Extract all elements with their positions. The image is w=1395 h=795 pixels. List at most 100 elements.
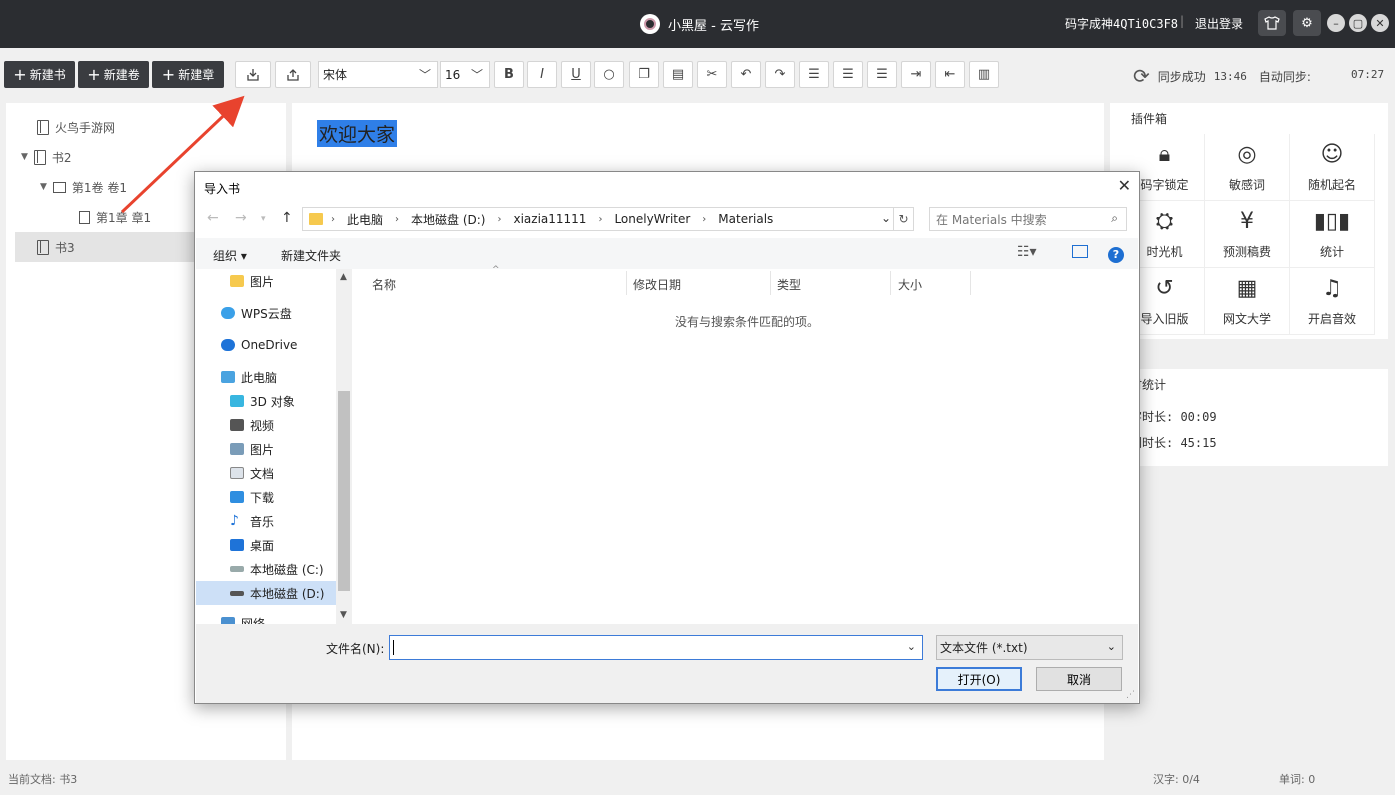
search-input[interactable]: 在 Materials 中搜索 ⌕ bbox=[929, 207, 1127, 231]
resize-grip-icon[interactable]: ⋰ bbox=[1126, 690, 1135, 700]
organize-button[interactable]: 组织 ▾ bbox=[213, 247, 247, 264]
scrollbar-thumb[interactable] bbox=[338, 391, 350, 591]
filetype-select[interactable]: 文本文件 (*.txt) ⌄ bbox=[936, 635, 1123, 660]
new-chapter-button[interactable]: + 新建章 bbox=[152, 61, 224, 88]
plugin-sensitive-words[interactable]: ◎ 敏感词 bbox=[1205, 134, 1290, 201]
expand-triangle-icon[interactable]: ▼ bbox=[21, 152, 28, 162]
logout-link[interactable]: 退出登录 bbox=[1195, 15, 1243, 32]
italic-button[interactable]: I bbox=[527, 61, 557, 88]
up-arrow-icon[interactable]: ↑ bbox=[281, 210, 293, 226]
sync-icon[interactable]: ⟳ bbox=[1133, 64, 1150, 88]
forward-arrow-icon[interactable]: → bbox=[235, 210, 247, 226]
nav-item-this-pc[interactable]: 此电脑 bbox=[221, 365, 277, 389]
chevron-down-icon: ﹀ bbox=[470, 68, 483, 82]
new-volume-button[interactable]: + 新建卷 bbox=[78, 61, 149, 88]
find-button[interactable]: ○ bbox=[594, 61, 624, 88]
building-icon: ▦ bbox=[1236, 276, 1258, 301]
paste-button[interactable]: ▤ bbox=[663, 61, 693, 88]
nav-item-onedrive[interactable]: OneDrive bbox=[221, 333, 297, 357]
tree-item-chapter[interactable]: 第1章 章1 bbox=[79, 202, 151, 232]
plugin-predict-fee[interactable]: ¥ 预测稿费 bbox=[1205, 201, 1290, 268]
plugin-random-name[interactable]: ☺ 随机起名 bbox=[1290, 134, 1375, 201]
copy-button[interactable]: ❐ bbox=[629, 61, 659, 88]
plugin-web-university[interactable]: ▦ 网文大学 bbox=[1205, 268, 1290, 335]
align-center-button[interactable]: ☰ bbox=[833, 61, 863, 88]
close-button[interactable]: ✕ bbox=[1371, 14, 1389, 32]
back-arrow-icon[interactable]: ← bbox=[207, 210, 219, 226]
nav-item-music[interactable]: ♪ 音乐 bbox=[230, 509, 274, 533]
breadcrumb-item[interactable]: xiazia11111 bbox=[513, 212, 586, 226]
layout-button[interactable]: ▥ bbox=[969, 61, 999, 88]
font-size-select[interactable]: 16 ﹀ bbox=[440, 61, 490, 88]
maximize-button[interactable]: ▢ bbox=[1349, 14, 1367, 32]
cancel-button[interactable]: 取消 bbox=[1036, 667, 1122, 691]
nav-item-wps-cloud[interactable]: WPS云盘 bbox=[221, 301, 292, 325]
nav-item-network[interactable]: 网络 bbox=[221, 611, 265, 624]
column-size[interactable]: 大小 bbox=[898, 276, 922, 293]
column-divider[interactable] bbox=[770, 271, 771, 295]
head-icon: ☺ bbox=[1320, 142, 1344, 167]
expand-triangle-icon[interactable]: ▼ bbox=[40, 182, 47, 192]
chevron-down-icon[interactable]: ⌄ bbox=[881, 211, 891, 225]
refresh-icon[interactable]: ↻ bbox=[893, 208, 913, 230]
dialog-close-button[interactable]: ✕ bbox=[1118, 176, 1131, 195]
align-right-button[interactable]: ☰ bbox=[867, 61, 897, 88]
breadcrumb-item[interactable]: Materials bbox=[718, 212, 773, 226]
scroll-down-icon[interactable]: ▼ bbox=[340, 610, 347, 620]
new-book-button[interactable]: + 新建书 bbox=[4, 61, 75, 88]
nav-item-pictures[interactable]: 图片 bbox=[230, 269, 274, 293]
address-bar[interactable]: › 此电脑 › 本地磁盘 (D:) › xiazia11111 › Lonely… bbox=[302, 207, 914, 231]
nav-item-pictures[interactable]: 图片 bbox=[230, 437, 274, 461]
nav-item-drive-c[interactable]: 本地磁盘 (C:) bbox=[230, 557, 324, 581]
column-divider[interactable] bbox=[970, 271, 971, 295]
nav-item-videos[interactable]: 视频 bbox=[230, 413, 274, 437]
settings-button[interactable]: ⚙ bbox=[1293, 10, 1321, 36]
nav-item-documents[interactable]: 文档 bbox=[230, 461, 274, 485]
new-folder-button[interactable]: 新建文件夹 bbox=[281, 247, 341, 264]
image-icon bbox=[230, 443, 244, 455]
skin-button[interactable] bbox=[1258, 10, 1286, 36]
breadcrumb-item[interactable]: LonelyWriter bbox=[614, 212, 690, 226]
column-type[interactable]: 类型 bbox=[777, 276, 801, 293]
column-modified[interactable]: 修改日期 bbox=[633, 276, 681, 293]
plugin-statistics[interactable]: ▮▯▮ 统计 bbox=[1290, 201, 1375, 268]
breadcrumb-item[interactable]: 本地磁盘 (D:) bbox=[411, 211, 485, 228]
redo-button[interactable]: ↷ bbox=[765, 61, 795, 88]
tree-item-volume[interactable]: ▼ 第1卷 卷1 bbox=[40, 172, 127, 202]
word-count: 单词: 0 bbox=[1279, 773, 1316, 786]
font-family-select[interactable]: 宋体 ﹀ bbox=[318, 61, 438, 88]
nav-scrollbar[interactable]: ▲ ▼ bbox=[336, 269, 352, 624]
import-button[interactable] bbox=[235, 61, 271, 88]
nav-item-drive-d[interactable]: 本地磁盘 (D:) bbox=[196, 581, 336, 605]
column-divider[interactable] bbox=[626, 271, 627, 295]
chevron-down-icon[interactable]: ⌄ bbox=[907, 640, 916, 653]
editor-heading[interactable]: 欢迎大家 bbox=[317, 120, 398, 147]
underline-button[interactable]: U bbox=[561, 61, 591, 88]
plugin-sound-effects[interactable]: ♫ 开启音效 bbox=[1290, 268, 1375, 335]
bold-button[interactable]: B bbox=[494, 61, 524, 88]
nav-item-desktop[interactable]: 桌面 bbox=[230, 533, 274, 557]
export-button[interactable] bbox=[275, 61, 311, 88]
align-left-button[interactable]: ☰ bbox=[799, 61, 829, 88]
minimize-button[interactable]: – bbox=[1327, 14, 1345, 32]
help-icon[interactable]: ? bbox=[1108, 247, 1124, 263]
cut-button[interactable]: ✂ bbox=[697, 61, 727, 88]
username[interactable]: 码字成神4QTi0C3F8 bbox=[1065, 15, 1178, 32]
filename-input[interactable]: ⌄ bbox=[389, 635, 923, 660]
nav-item-downloads[interactable]: 下载 bbox=[230, 485, 274, 509]
view-options-icon[interactable]: ☷▾ bbox=[1017, 244, 1037, 260]
preview-pane-icon[interactable] bbox=[1072, 245, 1088, 258]
indent-button[interactable]: ⇥ bbox=[901, 61, 931, 88]
book-icon bbox=[37, 239, 49, 255]
tree-item-book[interactable]: 火鸟手游网 bbox=[37, 112, 115, 142]
breadcrumb-item[interactable]: 此电脑 bbox=[347, 211, 383, 228]
column-divider[interactable] bbox=[890, 271, 891, 295]
column-name[interactable]: 名称 bbox=[372, 276, 396, 293]
nav-item-3d-objects[interactable]: 3D 对象 bbox=[230, 389, 295, 413]
undo-button[interactable]: ↶ bbox=[731, 61, 761, 88]
recent-dropdown-icon[interactable]: ▾ bbox=[261, 214, 266, 224]
open-button[interactable]: 打开(O) bbox=[936, 667, 1022, 691]
outdent-button[interactable]: ⇤ bbox=[935, 61, 965, 88]
tree-item-book[interactable]: ▼ 书2 bbox=[21, 142, 72, 172]
scroll-up-icon[interactable]: ▲ bbox=[340, 272, 347, 282]
